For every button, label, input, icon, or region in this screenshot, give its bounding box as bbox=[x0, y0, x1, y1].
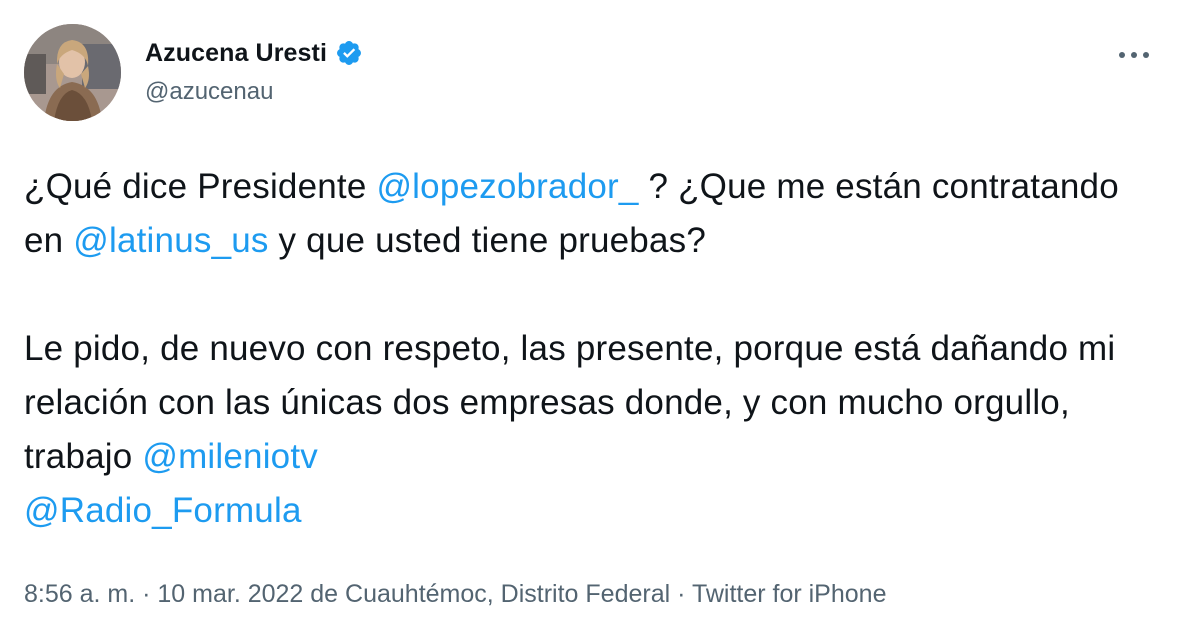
mention-milenio-link[interactable]: @mileniotv bbox=[142, 437, 318, 476]
text-segment: y que usted tiene pruebas? bbox=[268, 221, 706, 260]
tweet-metadata: 8:56 a. m. · 10 mar. 2022 de Cuauhtémoc,… bbox=[24, 580, 886, 609]
tweet-paragraph: Le pido, de nuevo con respeto, las prese… bbox=[24, 322, 1164, 538]
author-name-row[interactable]: Azucena Uresti bbox=[145, 36, 363, 70]
mention-lopezobrador-link[interactable]: @lopezobrador_ bbox=[376, 167, 638, 206]
tweet-location: de Cuauhtémoc, Distrito Federal bbox=[303, 580, 671, 608]
tweet-source-link[interactable]: Twitter for iPhone bbox=[692, 580, 887, 608]
tweet-paragraph: ¿Qué dice Presidente @lopezobrador_ ? ¿Q… bbox=[24, 160, 1164, 268]
separator: · bbox=[135, 580, 158, 608]
mention-radio-formula-link[interactable]: @Radio_Formula bbox=[24, 491, 302, 530]
tweet-date-link[interactable]: 10 mar. 2022 bbox=[157, 580, 303, 608]
author-display-name[interactable]: Azucena Uresti bbox=[145, 39, 327, 68]
tweet-text: ¿Qué dice Presidente @lopezobrador_ ? ¿Q… bbox=[24, 160, 1164, 538]
author-handle[interactable]: @azucenau bbox=[145, 78, 273, 106]
verified-badge-icon bbox=[335, 39, 363, 67]
more-options-button[interactable] bbox=[1114, 40, 1154, 70]
tweet-time-link[interactable]: 8:56 a. m. bbox=[24, 580, 135, 608]
avatar[interactable] bbox=[24, 24, 121, 121]
mention-latinus-link[interactable]: @latinus_us bbox=[73, 221, 268, 260]
tweet-card: Azucena Uresti @azucenau ¿Qué dice Presi… bbox=[0, 0, 1180, 636]
text-segment: ¿Qué dice Presidente bbox=[24, 167, 377, 206]
separator: · bbox=[670, 580, 692, 608]
more-horizontal-icon bbox=[1119, 52, 1149, 58]
avatar-photo-icon bbox=[24, 24, 121, 121]
